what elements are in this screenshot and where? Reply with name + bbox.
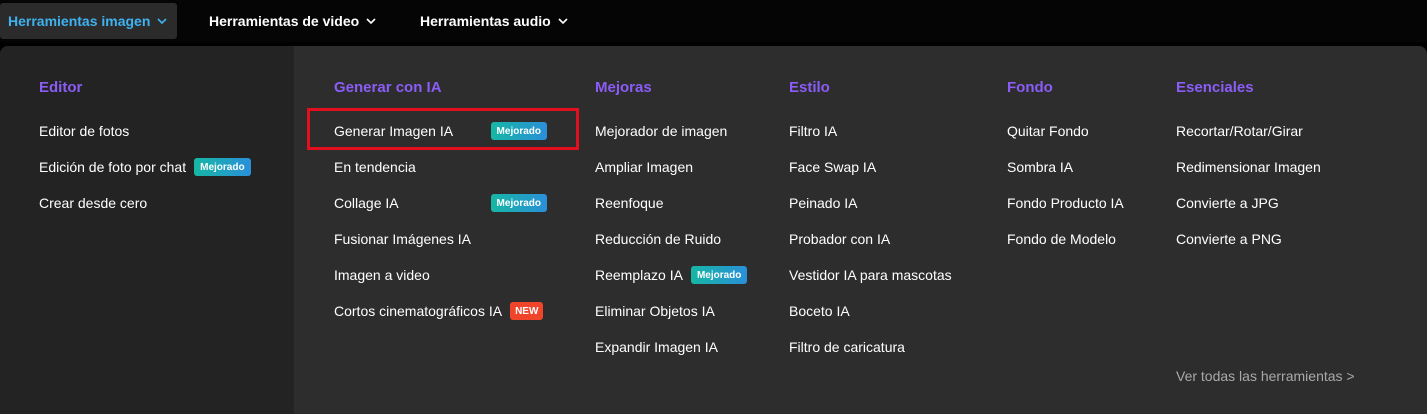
menu-item-mejorador[interactable]: Mejorador de imagen	[595, 121, 727, 141]
top-nav: Herramientas imagen Herramientas de vide…	[0, 0, 1427, 42]
column-title: Editor	[39, 79, 83, 96]
menu-item-imagen-a-video[interactable]: Imagen a video	[334, 265, 430, 285]
item-label: Fondo de Modelo	[1007, 231, 1116, 247]
tab-herramientas-imagen[interactable]: Herramientas imagen	[0, 3, 177, 39]
menu-item-fondo-producto[interactable]: Fondo Producto IA	[1007, 193, 1124, 213]
item-label: Sombra IA	[1007, 159, 1074, 175]
item-label: En tendencia	[334, 159, 416, 175]
menu-item-recortar[interactable]: Recortar/Rotar/Girar	[1176, 121, 1303, 141]
item-label: Recortar/Rotar/Girar	[1176, 123, 1303, 139]
item-label: Generar Imagen IA	[334, 123, 454, 139]
menu-item-redimensionar[interactable]: Redimensionar Imagen	[1176, 157, 1321, 177]
tab-label: Herramientas audio	[420, 13, 551, 29]
item-label: Quitar Fondo	[1007, 123, 1089, 139]
item-label: Convierte a PNG	[1176, 231, 1282, 247]
menu-item-en-tendencia[interactable]: En tendencia	[334, 157, 416, 177]
menu-item-sombra[interactable]: Sombra IA	[1007, 157, 1073, 177]
item-label: Collage IA	[334, 195, 399, 211]
menu-item-expandir[interactable]: Expandir Imagen IA	[595, 337, 718, 357]
item-label: Peinado IA	[789, 195, 858, 211]
menu-item-probador[interactable]: Probador con IA	[789, 229, 890, 249]
chevron-down-icon	[557, 15, 569, 27]
tab-herramientas-video[interactable]: Herramientas de video	[201, 3, 391, 39]
menu-item-cortos-cinematograficos[interactable]: Cortos cinematográficos IA NEW	[334, 301, 544, 321]
item-label: Eliminar Objetos IA	[595, 303, 715, 319]
menu-item-ampliar[interactable]: Ampliar Imagen	[595, 157, 693, 177]
item-label: Filtro de caricatura	[789, 339, 905, 355]
new-badge: NEW	[510, 302, 544, 320]
column-title: Generar con IA	[334, 79, 442, 96]
chevron-down-icon	[365, 15, 377, 27]
menu-item-convierte-jpg[interactable]: Convierte a JPG	[1176, 193, 1279, 213]
menu-item-reduccion-ruido[interactable]: Reducción de Ruido	[595, 229, 721, 249]
menu-item-filtro-ia[interactable]: Filtro IA	[789, 121, 837, 141]
item-label: Reducción de Ruido	[595, 231, 722, 247]
editor-pane	[0, 46, 294, 414]
menu-item-fondo-modelo[interactable]: Fondo de Modelo	[1007, 229, 1116, 249]
menu-item-convierte-png[interactable]: Convierte a PNG	[1176, 229, 1282, 249]
item-label: Reenfoque	[595, 195, 664, 211]
menu-item-collage[interactable]: Collage IA Mejorado	[334, 193, 547, 213]
view-all-tools-link[interactable]: Ver todas las herramientas >	[1176, 368, 1355, 384]
item-label: Boceto IA	[789, 303, 850, 319]
tab-label: Herramientas de video	[209, 13, 360, 29]
item-label: Ampliar Imagen	[595, 159, 694, 175]
item-label: Fondo Producto IA	[1007, 195, 1124, 211]
menu-item-eliminar-objetos[interactable]: Eliminar Objetos IA	[595, 301, 715, 321]
menu-item-quitar-fondo[interactable]: Quitar Fondo	[1007, 121, 1089, 141]
item-label: Imagen a video	[334, 267, 430, 283]
column-title: Estilo	[789, 79, 830, 96]
menu-item-edicion-por-chat[interactable]: Edición de foto por chat Mejorado	[39, 157, 251, 177]
menu-item-face-swap[interactable]: Face Swap IA	[789, 157, 876, 177]
menu-item-vestidor-mascotas[interactable]: Vestidor IA para mascotas	[789, 265, 952, 285]
menu-item-caricatura[interactable]: Filtro de caricatura	[789, 337, 905, 357]
item-label: Cortos cinematográficos IA	[334, 303, 503, 319]
item-label: Face Swap IA	[789, 159, 877, 175]
item-label: Filtro IA	[789, 123, 838, 139]
item-label: Expandir Imagen IA	[595, 339, 718, 355]
item-label: Editor de fotos	[39, 123, 130, 139]
improved-badge: Mejorado	[490, 194, 547, 212]
tab-herramientas-audio[interactable]: Herramientas audio	[412, 3, 582, 39]
menu-item-generar-imagen[interactable]: Generar Imagen IA Mejorado	[334, 121, 547, 141]
improved-badge: Mejorado	[490, 122, 547, 140]
item-label: Fusionar Imágenes IA	[334, 231, 471, 247]
item-label: Convierte a JPG	[1176, 195, 1279, 211]
menu-item-editor-de-fotos[interactable]: Editor de fotos	[39, 121, 129, 141]
menu-item-reemplazo[interactable]: Reemplazo IA Mejorado	[595, 265, 748, 285]
item-label: Probador con IA	[789, 231, 891, 247]
item-label: Edición de foto por chat	[39, 159, 187, 175]
dropdown-panel: Editor Editor de fotos Edición de foto p…	[0, 46, 1427, 414]
improved-badge: Mejorado	[194, 158, 251, 176]
menu-item-reenfoque[interactable]: Reenfoque	[595, 193, 664, 213]
tab-label: Herramientas imagen	[8, 13, 151, 29]
menu-item-boceto[interactable]: Boceto IA	[789, 301, 850, 321]
column-title: Mejoras	[595, 79, 652, 96]
item-label: Redimensionar Imagen	[1176, 159, 1321, 175]
improved-badge: Mejorado	[690, 266, 748, 284]
menu-item-crear-desde-cero[interactable]: Crear desde cero	[39, 193, 147, 213]
item-label: Mejorador de imagen	[595, 123, 728, 139]
item-label: Reemplazo IA	[595, 267, 683, 283]
chevron-down-icon	[156, 15, 168, 27]
column-title: Esenciales	[1176, 79, 1254, 96]
column-title: Fondo	[1007, 79, 1053, 96]
menu-item-peinado[interactable]: Peinado IA	[789, 193, 858, 213]
menu-item-fusionar-imagenes[interactable]: Fusionar Imágenes IA	[334, 229, 471, 249]
item-label: Crear desde cero	[39, 195, 148, 211]
item-label: Vestidor IA para mascotas	[789, 267, 952, 283]
